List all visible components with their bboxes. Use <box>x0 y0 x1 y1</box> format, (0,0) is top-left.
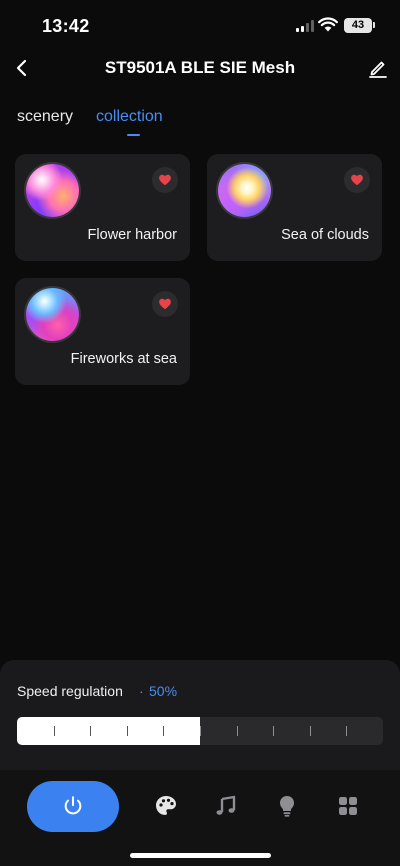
slider-tick <box>237 726 238 736</box>
scene-name: Sea of clouds <box>281 227 369 243</box>
favorite-button[interactable] <box>152 167 178 193</box>
back-chevron-icon[interactable] <box>10 56 34 80</box>
status-bar: 13:42 43 <box>0 0 400 50</box>
speed-separator: · <box>139 683 144 699</box>
favorite-button[interactable] <box>152 291 178 317</box>
speed-slider[interactable] <box>17 717 383 745</box>
palette-icon[interactable] <box>154 794 178 818</box>
tab-collection[interactable]: collection <box>96 108 163 126</box>
scene-thumbnail <box>26 164 79 217</box>
cellular-signal-icon <box>296 20 314 32</box>
speed-slider-fill <box>17 717 200 745</box>
speed-value: 50% <box>149 683 178 699</box>
scene-thumbnail <box>218 164 271 217</box>
edit-pencil-icon[interactable] <box>366 56 390 80</box>
speed-panel <box>0 660 400 770</box>
grid-icon[interactable] <box>336 794 360 818</box>
page-title: ST9501A BLE SIE Mesh <box>104 58 296 77</box>
power-button[interactable] <box>27 781 119 832</box>
scene-name: Fireworks at sea <box>70 351 177 367</box>
scene-card-fireworks-at-sea[interactable]: Fireworks at sea <box>15 278 190 385</box>
scene-card-flower-harbor[interactable]: Flower harbor <box>15 154 190 261</box>
active-tab-indicator <box>127 134 140 136</box>
status-time: 13:42 <box>42 16 90 36</box>
battery-indicator: 43 <box>344 18 372 33</box>
slider-tick <box>273 726 274 736</box>
scene-card-sea-of-clouds[interactable]: Sea of clouds <box>207 154 382 261</box>
slider-tick <box>200 726 201 736</box>
wifi-icon <box>318 17 338 32</box>
favorite-button[interactable] <box>344 167 370 193</box>
slider-tick <box>163 726 164 736</box>
power-icon <box>64 796 82 815</box>
heart-icon <box>159 174 171 186</box>
slider-tick <box>54 726 55 736</box>
slider-tick <box>90 726 91 736</box>
tab-scenery[interactable]: scenery <box>17 108 73 126</box>
music-note-icon[interactable] <box>214 794 238 818</box>
slider-tick <box>346 726 347 736</box>
home-indicator <box>130 853 271 858</box>
slider-tick <box>310 726 311 736</box>
slider-tick <box>127 726 128 736</box>
scene-name: Flower harbor <box>87 227 177 243</box>
battery-tip <box>373 22 375 28</box>
speed-label: Speed regulation <box>17 683 123 699</box>
heart-icon <box>351 174 363 186</box>
scene-thumbnail <box>26 288 79 341</box>
heart-icon <box>159 298 171 310</box>
lightbulb-icon[interactable] <box>275 794 299 818</box>
